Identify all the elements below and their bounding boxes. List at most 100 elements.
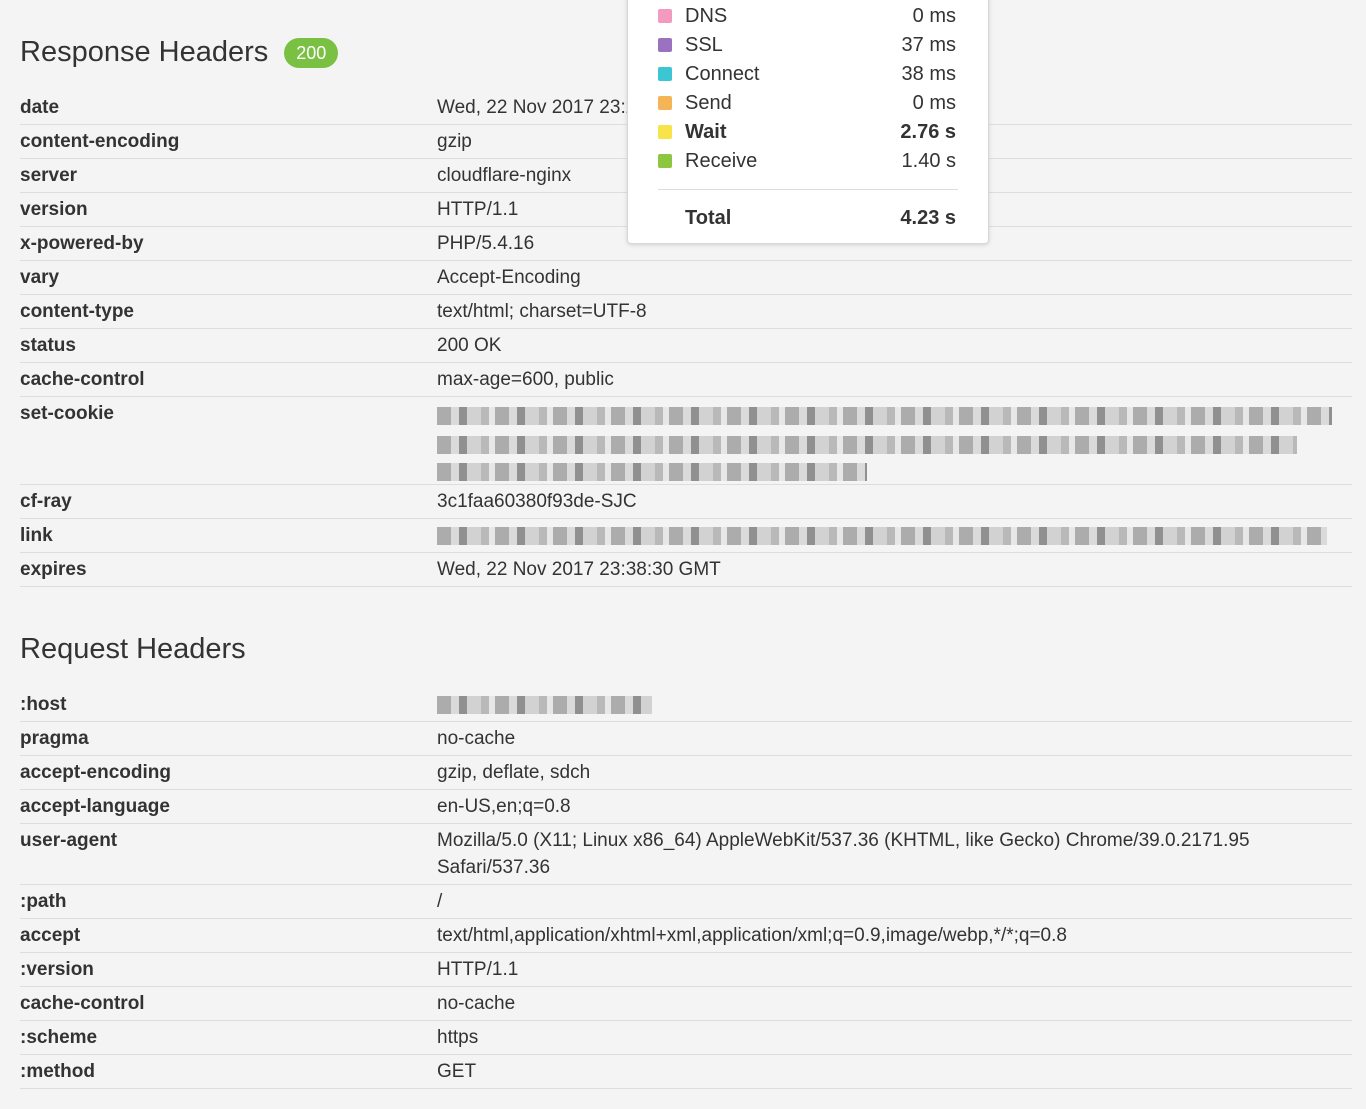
table-row: cache-control max-age=600, public bbox=[20, 362, 1352, 397]
timing-label: Receive bbox=[685, 149, 758, 172]
table-row: cf-ray 3c1faa60380f93de-SJC bbox=[20, 484, 1352, 519]
header-value: max-age=600, public bbox=[437, 362, 1352, 397]
redacted-block bbox=[437, 695, 652, 714]
table-row: :method GET bbox=[20, 1054, 1352, 1089]
header-key: :host bbox=[20, 688, 437, 722]
timing-value: 0 ms bbox=[912, 91, 956, 114]
timing-row-send: Send 0 ms bbox=[658, 90, 956, 116]
timing-row-wait: Wait 2.76 s bbox=[658, 119, 956, 145]
header-value: Mozilla/5.0 (X11; Linux x86_64) AppleWeb… bbox=[437, 823, 1352, 885]
header-key: cache-control bbox=[20, 986, 437, 1021]
header-key: accept bbox=[20, 918, 437, 953]
table-row: :scheme https bbox=[20, 1020, 1352, 1055]
header-value: en-US,en;q=0.8 bbox=[437, 789, 1352, 824]
redacted-block bbox=[437, 435, 1297, 454]
table-row: :path / bbox=[20, 884, 1352, 919]
receive-swatch bbox=[658, 154, 672, 168]
header-key: link bbox=[20, 518, 437, 553]
request-headers-heading: Request Headers bbox=[20, 633, 246, 666]
response-headers-heading: Response Headers 200 bbox=[20, 36, 339, 69]
header-value: https bbox=[437, 1020, 1352, 1055]
table-row: accept-language en-US,en;q=0.8 bbox=[20, 789, 1352, 824]
timing-value: 37 ms bbox=[901, 33, 956, 56]
redacted-block bbox=[437, 526, 1327, 545]
header-key: date bbox=[20, 91, 437, 125]
redacted-block bbox=[437, 462, 867, 481]
timing-value: 0 ms bbox=[912, 4, 956, 27]
header-key: expires bbox=[20, 552, 437, 587]
header-value: gzip, deflate, sdch bbox=[437, 755, 1352, 790]
header-key: content-type bbox=[20, 294, 437, 329]
timing-value: 38 ms bbox=[901, 62, 956, 85]
response-headers-title: Response Headers bbox=[20, 36, 269, 68]
timing-value: 2.76 s bbox=[900, 120, 956, 143]
header-key: status bbox=[20, 328, 437, 363]
status-badge: 200 bbox=[284, 37, 339, 68]
header-value: / bbox=[437, 884, 1352, 919]
timing-total-label: Total bbox=[685, 206, 732, 229]
timing-label: Wait bbox=[685, 120, 727, 143]
table-row: pragma no-cache bbox=[20, 721, 1352, 756]
header-value: text/html; charset=UTF-8 bbox=[437, 294, 1352, 329]
header-key: set-cookie bbox=[20, 396, 437, 485]
timing-row-dns: DNS 0 ms bbox=[658, 3, 956, 29]
header-value: text/html,application/xhtml+xml,applicat… bbox=[437, 918, 1352, 953]
table-row: user-agent Mozilla/5.0 (X11; Linux x86_6… bbox=[20, 823, 1352, 885]
header-key: pragma bbox=[20, 721, 437, 756]
timing-row-connect: Connect 38 ms bbox=[658, 61, 956, 87]
table-row: set-cookie bbox=[20, 396, 1352, 485]
header-value: HTTP/1.1 bbox=[437, 952, 1352, 987]
header-value: no-cache bbox=[437, 986, 1352, 1021]
table-row: link bbox=[20, 518, 1352, 553]
table-row: content-type text/html; charset=UTF-8 bbox=[20, 294, 1352, 329]
request-headers-table: :host pragma no-cache accept-encoding gz… bbox=[20, 688, 1352, 1089]
header-value: Accept-Encoding bbox=[437, 260, 1352, 295]
table-row: cache-control no-cache bbox=[20, 986, 1352, 1021]
table-row: expires Wed, 22 Nov 2017 23:38:30 GMT bbox=[20, 552, 1352, 587]
header-key: cf-ray bbox=[20, 484, 437, 519]
table-row: :host bbox=[20, 688, 1352, 722]
header-value: Wed, 22 Nov 2017 23:38:30 GMT bbox=[437, 552, 1352, 587]
ssl-swatch bbox=[658, 38, 672, 52]
header-key: version bbox=[20, 192, 437, 227]
header-key: cache-control bbox=[20, 362, 437, 397]
timing-row-total: Total 4.23 s bbox=[658, 205, 956, 231]
header-key: :version bbox=[20, 952, 437, 987]
timing-row-receive: Receive 1.40 s bbox=[658, 148, 956, 174]
header-value: GET bbox=[437, 1054, 1352, 1089]
redacted-cookie-value bbox=[437, 396, 1352, 485]
table-row: accept text/html,application/xhtml+xml,a… bbox=[20, 918, 1352, 953]
header-key: :path bbox=[20, 884, 437, 919]
header-key: :scheme bbox=[20, 1020, 437, 1055]
timing-popup: DNS 0 ms SSL 37 ms Connect 38 ms Send 0 … bbox=[627, 0, 989, 244]
timing-value: 1.40 s bbox=[901, 149, 956, 172]
timing-label: Connect bbox=[685, 62, 760, 85]
redacted-block bbox=[437, 406, 1332, 425]
header-value: 3c1faa60380f93de-SJC bbox=[437, 484, 1352, 519]
header-key: :method bbox=[20, 1054, 437, 1089]
timing-label: Send bbox=[685, 91, 732, 114]
timing-label: SSL bbox=[685, 33, 723, 56]
header-key: content-encoding bbox=[20, 124, 437, 159]
request-headers-title: Request Headers bbox=[20, 633, 246, 665]
table-row: accept-encoding gzip, deflate, sdch bbox=[20, 755, 1352, 790]
redacted-link-value bbox=[437, 518, 1352, 553]
wait-swatch bbox=[658, 125, 672, 139]
redacted-host-value bbox=[437, 688, 1352, 722]
header-key: server bbox=[20, 158, 437, 193]
total-spacer bbox=[658, 211, 672, 225]
timing-row-ssl: SSL 37 ms bbox=[658, 32, 956, 58]
table-row: status 200 OK bbox=[20, 328, 1352, 363]
dns-swatch bbox=[658, 9, 672, 23]
timing-divider bbox=[658, 189, 958, 190]
header-key: user-agent bbox=[20, 823, 437, 885]
timing-total-value: 4.23 s bbox=[900, 206, 956, 229]
header-key: accept-language bbox=[20, 789, 437, 824]
header-key: x-powered-by bbox=[20, 226, 437, 261]
table-row: vary Accept-Encoding bbox=[20, 260, 1352, 295]
header-key: vary bbox=[20, 260, 437, 295]
header-key: accept-encoding bbox=[20, 755, 437, 790]
timing-label: DNS bbox=[685, 4, 728, 27]
table-row: :version HTTP/1.1 bbox=[20, 952, 1352, 987]
connect-swatch bbox=[658, 67, 672, 81]
